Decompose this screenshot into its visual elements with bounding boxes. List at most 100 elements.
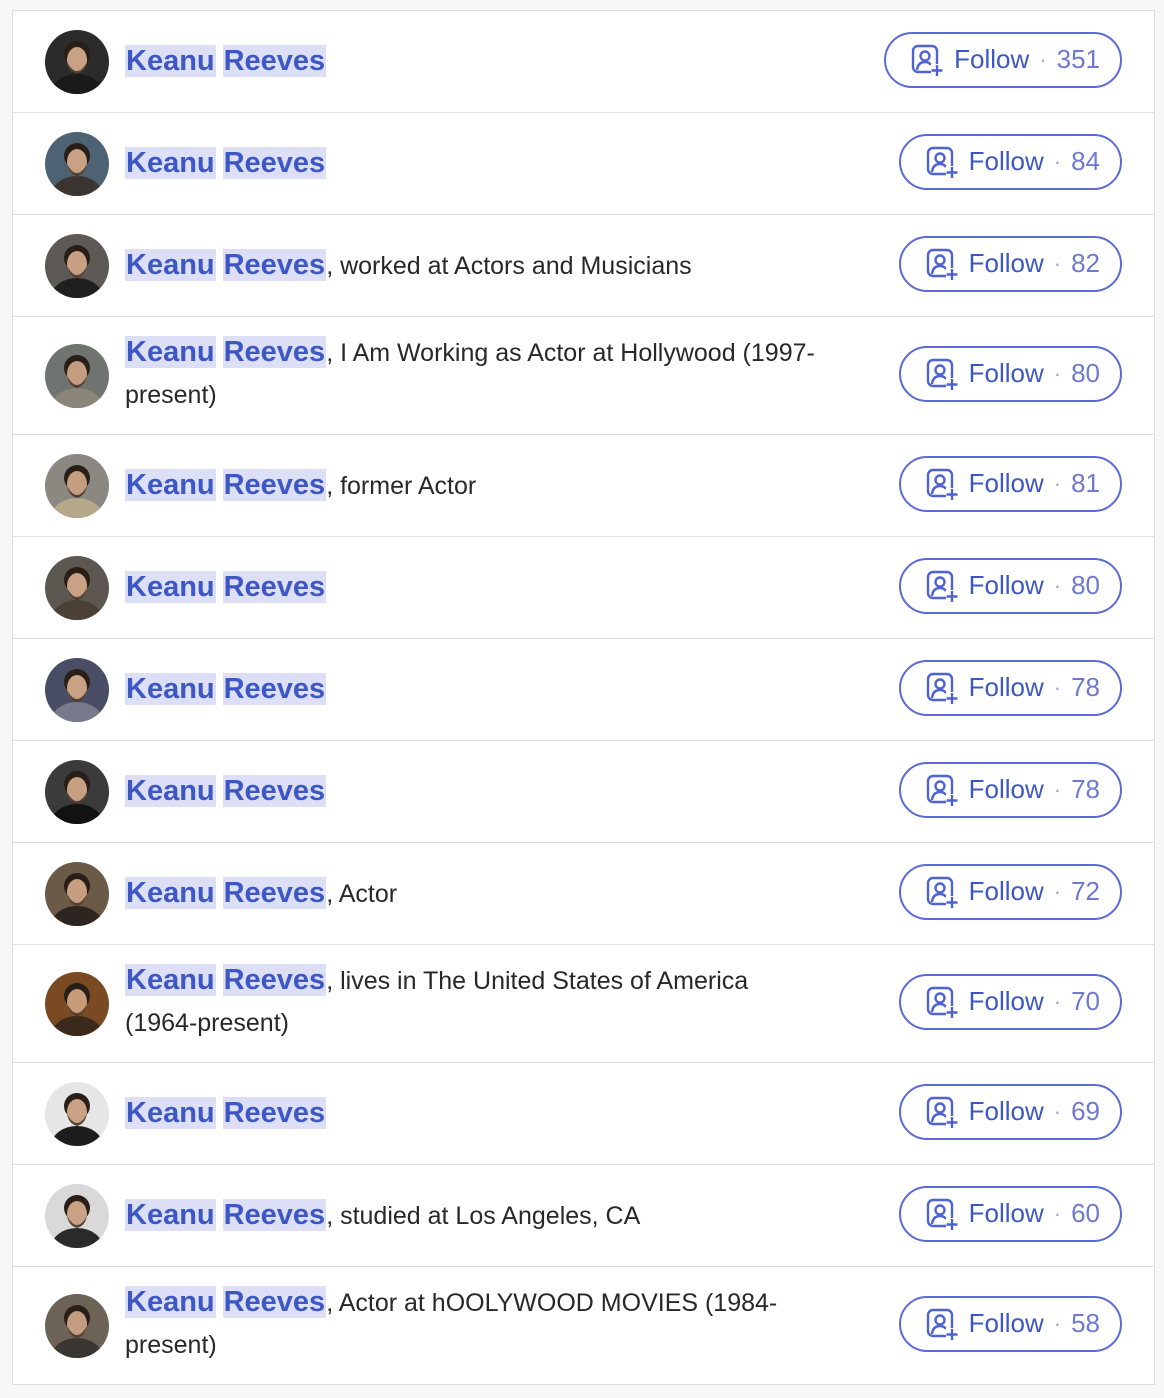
follow-label: Follow bbox=[968, 358, 1044, 388]
profile-first-name[interactable]: Keanu bbox=[125, 336, 216, 368]
profile-first-name[interactable]: Keanu bbox=[125, 147, 216, 179]
profile-text: Keanu Reeves bbox=[125, 142, 815, 185]
follower-count: 78 bbox=[1071, 774, 1100, 804]
follow-label: Follow bbox=[968, 468, 1044, 498]
profile-last-name[interactable]: Reeves bbox=[222, 469, 327, 501]
profile-last-name[interactable]: Reeves bbox=[222, 1097, 327, 1129]
follow-button[interactable]: Follow · 78 bbox=[898, 761, 1122, 818]
profile-first-name[interactable]: Keanu bbox=[125, 673, 216, 705]
follower-count: 72 bbox=[1071, 876, 1100, 906]
follow-button[interactable]: Follow · 84 bbox=[898, 133, 1122, 190]
add-user-icon bbox=[926, 570, 958, 602]
profile-credential: , worked at Actors and Musicians bbox=[326, 252, 692, 280]
follow-button[interactable]: Follow · 78 bbox=[898, 659, 1122, 716]
follow-label: Follow bbox=[968, 774, 1044, 804]
profile-first-name[interactable]: Keanu bbox=[125, 964, 216, 996]
add-user-icon bbox=[911, 44, 944, 76]
follow-button[interactable]: Follow · 72 bbox=[898, 863, 1122, 920]
add-user-icon bbox=[926, 774, 958, 806]
add-user-icon bbox=[926, 1198, 958, 1230]
avatar[interactable] bbox=[45, 29, 109, 94]
profile-first-name[interactable]: Keanu bbox=[125, 775, 216, 807]
list-item: Keanu Reeves Follow · 84 bbox=[13, 113, 1154, 215]
profile-first-name[interactable]: Keanu bbox=[125, 45, 216, 77]
follower-count: 69 bbox=[1071, 1096, 1100, 1126]
follow-label: Follow bbox=[968, 986, 1044, 1016]
follow-button[interactable]: Follow · 69 bbox=[898, 1083, 1122, 1140]
avatar[interactable] bbox=[45, 343, 109, 408]
profile-last-name[interactable]: Reeves bbox=[222, 249, 327, 281]
follow-button[interactable]: Follow · 80 bbox=[898, 345, 1122, 402]
profile-last-name[interactable]: Reeves bbox=[222, 45, 327, 77]
follow-label: Follow bbox=[968, 570, 1044, 600]
profile-last-name[interactable]: Reeves bbox=[222, 1286, 327, 1318]
follow-label: Follow bbox=[954, 44, 1030, 74]
profile-text: Keanu Reeves, I Am Working as Actor at H… bbox=[125, 331, 815, 416]
follow-label: Follow bbox=[968, 1096, 1044, 1126]
profile-last-name[interactable]: Reeves bbox=[222, 775, 327, 807]
follower-count: 81 bbox=[1071, 468, 1100, 498]
follow-button[interactable]: Follow · 60 bbox=[898, 1185, 1122, 1242]
add-user-icon bbox=[926, 248, 958, 280]
follow-button[interactable]: Follow · 80 bbox=[898, 557, 1122, 614]
avatar[interactable] bbox=[45, 555, 109, 620]
separator-dot: · bbox=[1053, 250, 1062, 276]
follow-button[interactable]: Follow · 70 bbox=[898, 973, 1122, 1030]
list-item: Keanu Reeves Follow · 78 bbox=[13, 639, 1154, 741]
follow-button[interactable]: Follow · 58 bbox=[898, 1295, 1122, 1352]
profile-last-name[interactable]: Reeves bbox=[222, 964, 327, 996]
follower-count: 60 bbox=[1071, 1198, 1100, 1228]
profile-first-name[interactable]: Keanu bbox=[125, 1199, 216, 1231]
profile-last-name[interactable]: Reeves bbox=[222, 336, 327, 368]
profile-credential: , former Actor bbox=[326, 472, 477, 500]
profile-last-name[interactable]: Reeves bbox=[222, 877, 327, 909]
profile-last-name[interactable]: Reeves bbox=[222, 673, 327, 705]
profile-text: Keanu Reeves bbox=[125, 1092, 815, 1135]
avatar[interactable] bbox=[45, 1081, 109, 1146]
profile-credential: , studied at Los Angeles, CA bbox=[326, 1202, 641, 1230]
follower-count: 82 bbox=[1071, 248, 1100, 278]
people-list: Keanu Reeves Follow · 351 Keanu Reeves Follow… bbox=[12, 10, 1155, 1385]
profile-text: Keanu Reeves bbox=[125, 40, 815, 83]
profile-text: Keanu Reeves, studied at Los Angeles, CA bbox=[125, 1194, 815, 1237]
avatar[interactable] bbox=[45, 657, 109, 722]
profile-last-name[interactable]: Reeves bbox=[222, 147, 327, 179]
follow-label: Follow bbox=[968, 1198, 1044, 1228]
avatar[interactable] bbox=[45, 233, 109, 298]
list-item: Keanu Reeves, lives in The United States… bbox=[13, 945, 1154, 1063]
follow-button[interactable]: Follow · 81 bbox=[898, 455, 1122, 512]
add-user-icon bbox=[926, 876, 958, 908]
separator-dot: · bbox=[1053, 1098, 1062, 1124]
follow-button[interactable]: Follow · 82 bbox=[898, 235, 1122, 292]
profile-first-name[interactable]: Keanu bbox=[125, 249, 216, 281]
avatar[interactable] bbox=[45, 453, 109, 518]
separator-dot: · bbox=[1053, 1310, 1062, 1336]
separator-dot: · bbox=[1053, 776, 1062, 802]
profile-first-name[interactable]: Keanu bbox=[125, 877, 216, 909]
profile-text: Keanu Reeves, worked at Actors and Music… bbox=[125, 244, 815, 287]
follow-label: Follow bbox=[968, 146, 1044, 176]
profile-text: Keanu Reeves bbox=[125, 566, 815, 609]
profile-first-name[interactable]: Keanu bbox=[125, 1097, 216, 1129]
avatar[interactable] bbox=[45, 971, 109, 1036]
follow-label: Follow bbox=[968, 248, 1044, 278]
profile-first-name[interactable]: Keanu bbox=[125, 571, 216, 603]
avatar[interactable] bbox=[45, 1293, 109, 1358]
avatar[interactable] bbox=[45, 759, 109, 824]
avatar[interactable] bbox=[45, 1183, 109, 1248]
follow-button[interactable]: Follow · 351 bbox=[884, 31, 1122, 88]
avatar[interactable] bbox=[45, 131, 109, 196]
separator-dot: · bbox=[1053, 148, 1062, 174]
follower-count: 58 bbox=[1071, 1308, 1100, 1338]
profile-first-name[interactable]: Keanu bbox=[125, 1286, 216, 1318]
follow-label: Follow bbox=[968, 1308, 1044, 1338]
list-item: Keanu Reeves Follow · 78 bbox=[13, 741, 1154, 843]
avatar[interactable] bbox=[45, 861, 109, 926]
profile-last-name[interactable]: Reeves bbox=[222, 1199, 327, 1231]
separator-dot: · bbox=[1053, 878, 1062, 904]
separator-dot: · bbox=[1053, 1200, 1062, 1226]
profile-first-name[interactable]: Keanu bbox=[125, 469, 216, 501]
profile-credential: , lives in The United States of America … bbox=[125, 967, 749, 1037]
list-item: Keanu Reeves, worked at Actors and Music… bbox=[13, 215, 1154, 317]
profile-last-name[interactable]: Reeves bbox=[222, 571, 327, 603]
